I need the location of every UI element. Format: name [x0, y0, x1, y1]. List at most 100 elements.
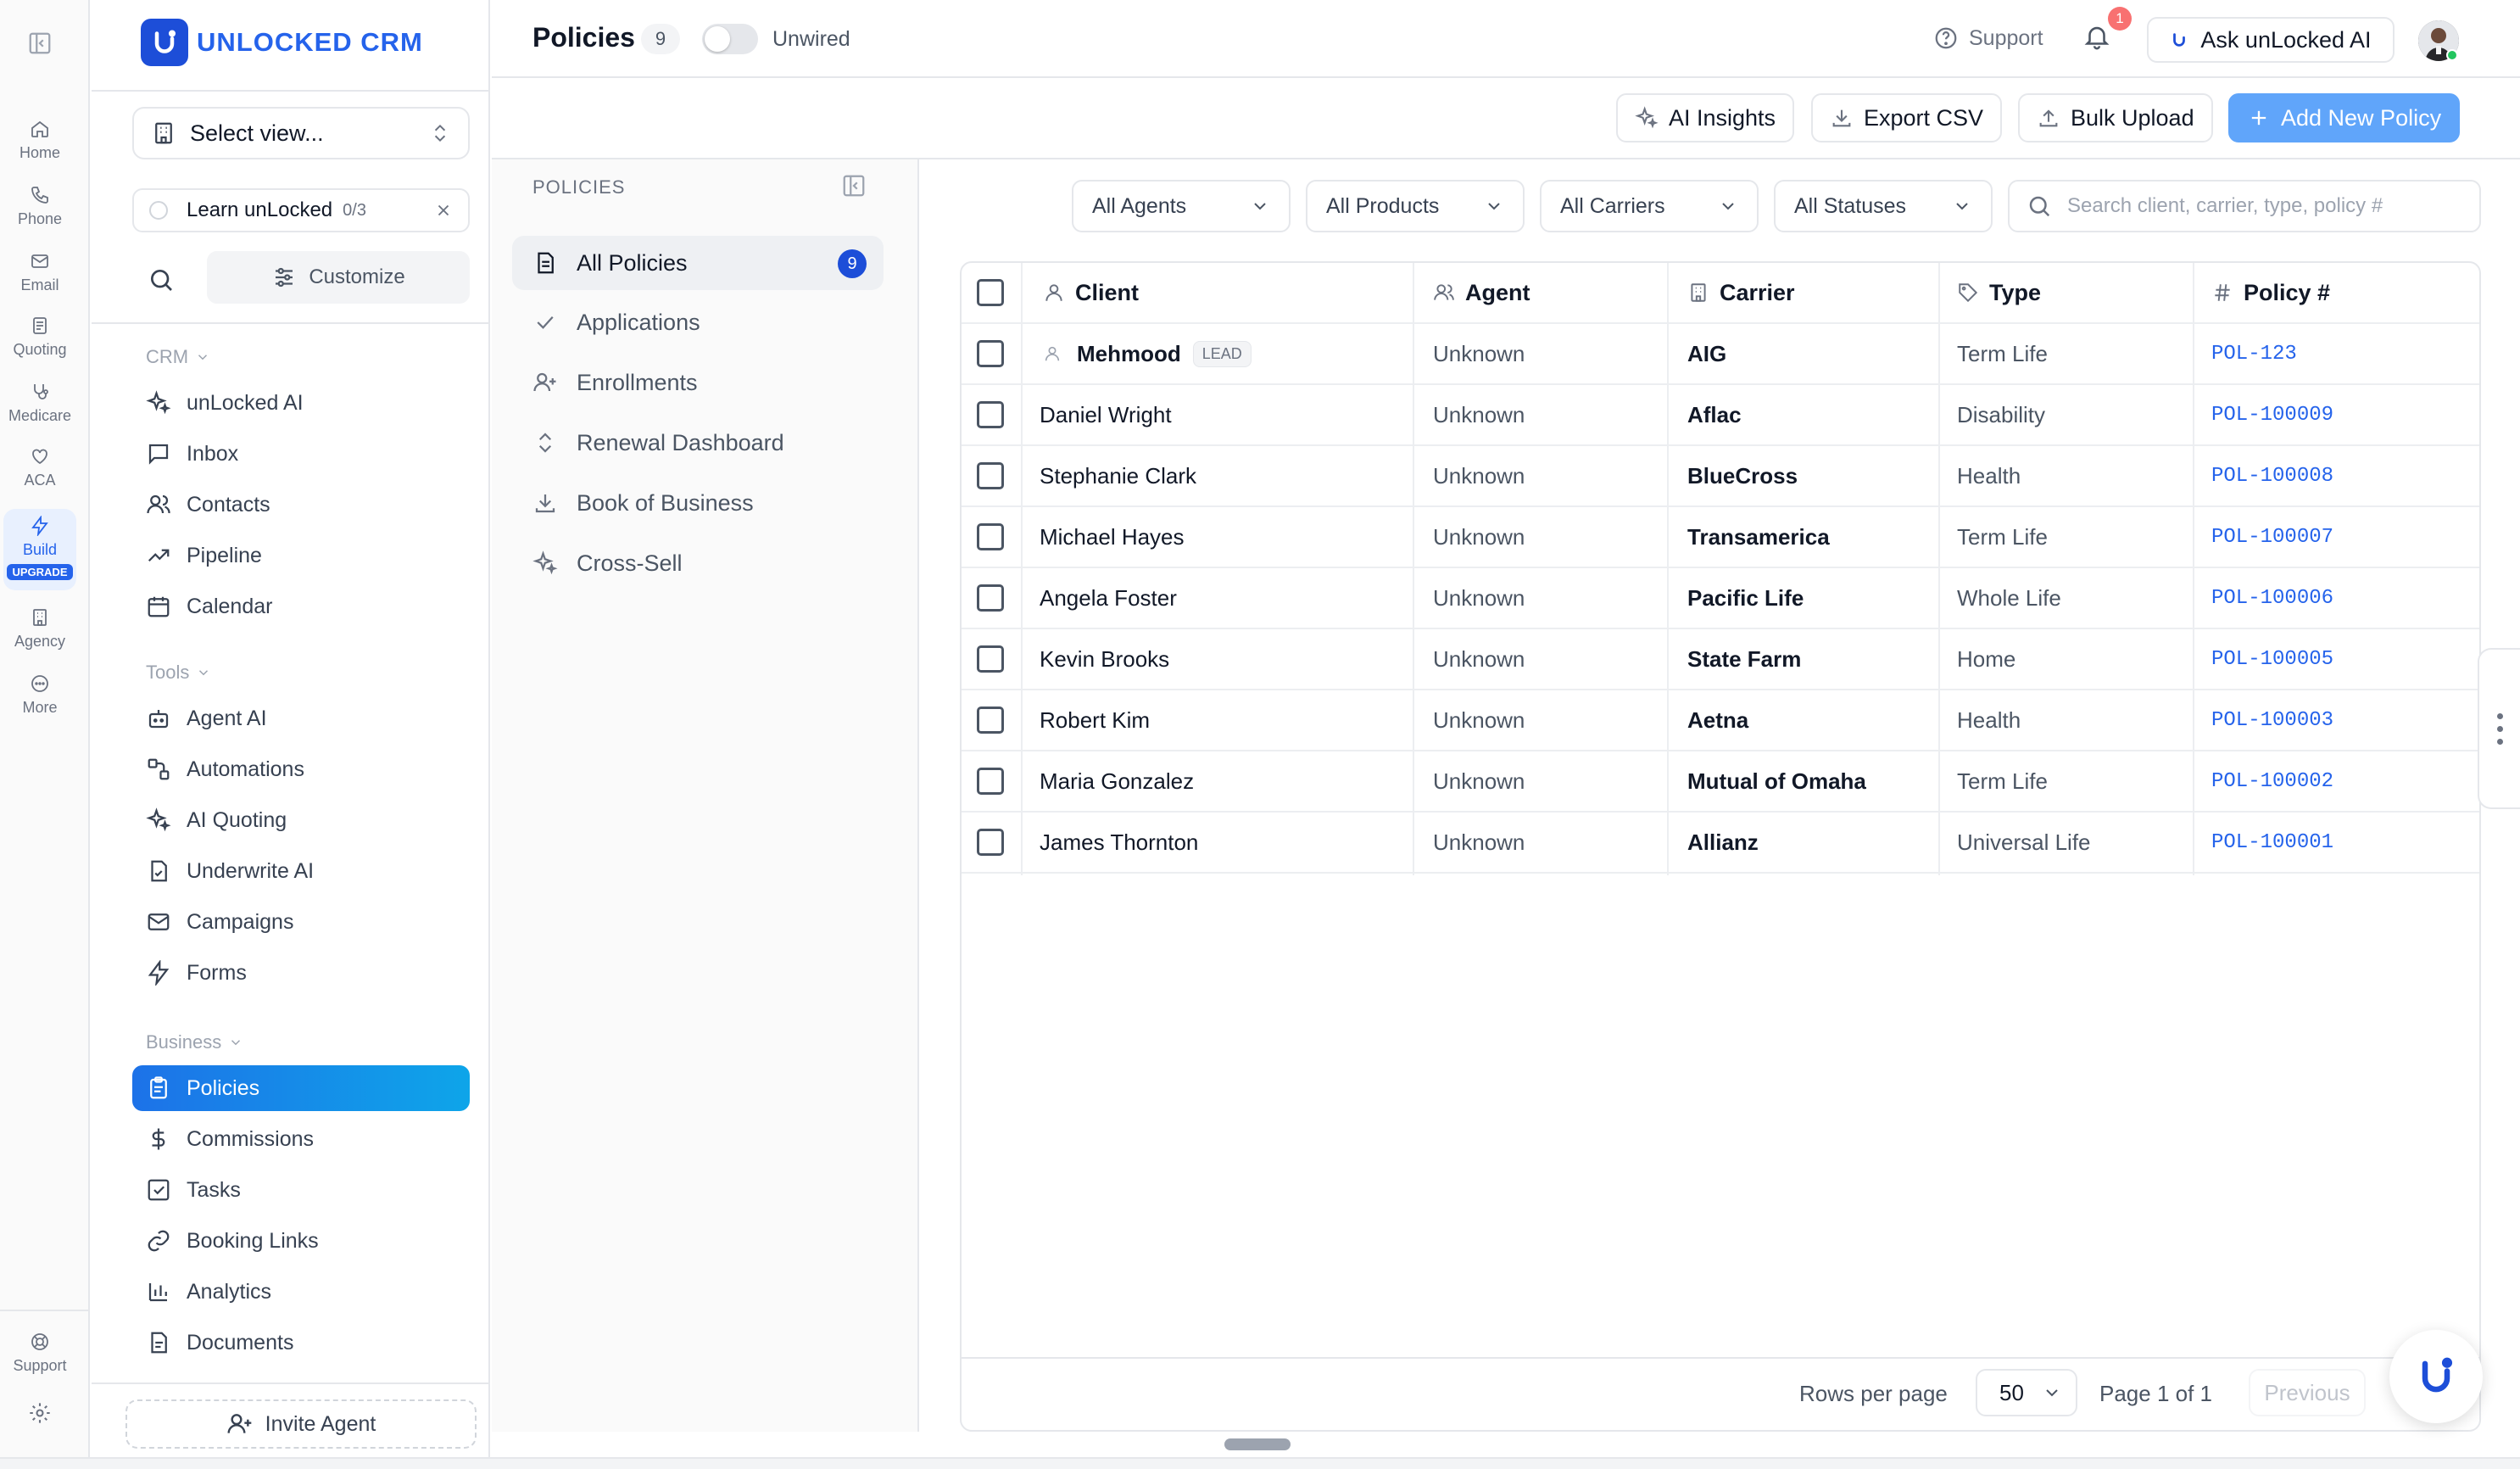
status-filter-select[interactable]: All Statuses — [1774, 180, 1993, 232]
table-row[interactable]: Michael Hayes Unknown Transamerica Term … — [962, 507, 2479, 568]
row-checkbox[interactable] — [977, 768, 1004, 795]
row-checkbox[interactable] — [977, 829, 1004, 856]
close-icon[interactable] — [434, 201, 453, 220]
sidebar-item-tasks[interactable]: Tasks — [132, 1167, 470, 1213]
sidebar-item-automations[interactable]: Automations — [132, 746, 470, 792]
client-name[interactable]: Maria Gonzalez — [1040, 751, 1194, 811]
row-checkbox[interactable] — [977, 584, 1004, 612]
section-tools[interactable]: Tools — [146, 662, 211, 684]
invite-agent-button[interactable]: Invite Agent — [125, 1399, 477, 1449]
column-header-client[interactable]: Client — [1043, 263, 1139, 322]
subnav-all-policies[interactable]: All Policies 9 — [512, 236, 884, 290]
sidebar-item-underwrite-ai[interactable]: Underwrite AI — [132, 848, 470, 894]
rail-home[interactable]: Home — [0, 119, 80, 162]
sidebar-item-contacts[interactable]: Contacts — [132, 482, 470, 528]
settings-icon[interactable] — [28, 1401, 52, 1425]
client-name[interactable]: Robert Kim — [1040, 690, 1150, 750]
sidebar-item-unlocked-ai[interactable]: unLocked AI — [132, 380, 470, 426]
subnav-renewal-dashboard[interactable]: Renewal Dashboard — [512, 416, 884, 470]
client-name[interactable]: Stephanie Clark — [1040, 446, 1196, 505]
policy-number-link[interactable]: POL-100002 — [2211, 751, 2333, 811]
ai-insights-button[interactable]: AI Insights — [1616, 93, 1795, 142]
checkbox[interactable] — [977, 279, 1004, 306]
client-name[interactable]: Kevin Brooks — [1040, 629, 1169, 689]
sidebar-item-forms[interactable]: Forms — [132, 950, 470, 996]
learn-progress[interactable]: Learn unLocked 0/3 — [132, 188, 470, 232]
row-checkbox[interactable] — [977, 462, 1004, 489]
table-row[interactable]: Mehmood LEAD Unknown AIG Term Life POL-1… — [962, 324, 2479, 385]
sidebar-item-pipeline[interactable]: Pipeline — [132, 533, 470, 578]
collapse-sidebar-icon[interactable] — [27, 31, 53, 56]
column-header-policy[interactable]: Policy # — [2211, 263, 2330, 322]
row-checkbox[interactable] — [977, 707, 1004, 734]
table-row[interactable]: Maria Gonzalez Unknown Mutual of Omaha T… — [962, 751, 2479, 813]
section-business[interactable]: Business — [146, 1031, 243, 1053]
sidebar-item-ai-quoting[interactable]: AI Quoting — [132, 797, 470, 843]
client-cell[interactable]: Mehmood LEAD — [1043, 324, 1252, 383]
agent-filter-select[interactable]: All Agents — [1072, 180, 1291, 232]
column-header-carrier[interactable]: Carrier — [1687, 263, 1795, 322]
client-name[interactable]: James Thornton — [1040, 813, 1198, 872]
table-row[interactable]: James Thornton Unknown Allianz Universal… — [962, 813, 2479, 874]
policy-search-input[interactable]: Search client, carrier, type, policy # — [2008, 180, 2481, 232]
select-all-checkbox[interactable] — [977, 263, 1004, 322]
client-name[interactable]: Michael Hayes — [1040, 507, 1185, 567]
side-panel-handle[interactable] — [2478, 648, 2520, 809]
policy-number-link[interactable]: POL-100008 — [2211, 446, 2333, 505]
client-name[interactable]: Daniel Wright — [1040, 385, 1172, 444]
row-checkbox[interactable] — [977, 645, 1004, 673]
sidebar-item-inbox[interactable]: Inbox — [132, 431, 470, 477]
policy-number-link[interactable]: POL-100009 — [2211, 385, 2333, 444]
sidebar-item-campaigns[interactable]: Campaigns — [132, 899, 470, 945]
subnav-applications[interactable]: Applications — [512, 295, 884, 349]
sidebar-item-analytics[interactable]: Analytics — [132, 1269, 470, 1315]
sidebar-item-documents[interactable]: Documents — [132, 1320, 470, 1366]
rail-aca[interactable]: ACA — [0, 446, 80, 489]
rail-medicare[interactable]: Medicare — [0, 382, 80, 425]
rows-per-page-select[interactable]: 50 — [1976, 1369, 2077, 1416]
rail-email[interactable]: Email — [0, 251, 80, 294]
resize-handle[interactable] — [1224, 1438, 1291, 1450]
previous-page-button[interactable]: Previous — [2249, 1369, 2366, 1416]
sidebar-item-policies[interactable]: Policies — [132, 1065, 470, 1111]
table-row[interactable]: Kevin Brooks Unknown State Farm Home POL… — [962, 629, 2479, 690]
customize-button[interactable]: Customize — [207, 251, 470, 304]
brand-logo[interactable]: UNLOCKED CRM — [141, 19, 423, 66]
sidebar-search-button[interactable] — [144, 263, 178, 297]
subnav-cross-sell[interactable]: Cross-Sell — [512, 536, 884, 590]
policy-number-link[interactable]: POL-100007 — [2211, 507, 2333, 567]
policy-number-link[interactable]: POL-100005 — [2211, 629, 2333, 689]
bulk-upload-button[interactable]: Bulk Upload — [2018, 93, 2213, 142]
rail-phone[interactable]: Phone — [0, 185, 80, 228]
policy-number-link[interactable]: POL-100001 — [2211, 813, 2333, 872]
table-row[interactable]: Stephanie Clark Unknown BlueCross Health… — [962, 446, 2479, 507]
rail-build[interactable]: Build UPGRADE — [3, 509, 76, 590]
support-link[interactable]: Support — [1933, 25, 2043, 51]
rail-agency[interactable]: Agency — [0, 607, 80, 651]
table-row[interactable]: Robert Kim Unknown Aetna Health POL-1000… — [962, 690, 2479, 751]
product-filter-select[interactable]: All Products — [1306, 180, 1525, 232]
carrier-filter-select[interactable]: All Carriers — [1540, 180, 1759, 232]
client-name[interactable]: Angela Foster — [1040, 568, 1177, 628]
policy-number-link[interactable]: POL-100006 — [2211, 568, 2333, 628]
rail-quoting[interactable]: Quoting — [0, 316, 80, 359]
ask-ai-button[interactable]: Ask unLocked AI — [2147, 17, 2395, 63]
sidebar-item-agent-ai[interactable]: Agent AI — [132, 695, 470, 741]
sidebar-item-commissions[interactable]: Commissions — [132, 1116, 470, 1162]
view-select[interactable]: Select view... — [132, 107, 470, 159]
subnav-book-of-business[interactable]: Book of Business — [512, 476, 884, 530]
table-row[interactable]: Daniel Wright Unknown Aflac Disability P… — [962, 385, 2479, 446]
unwired-toggle[interactable] — [702, 24, 758, 54]
section-crm[interactable]: CRM — [146, 346, 210, 368]
sidebar-item-calendar[interactable]: Calendar — [132, 584, 470, 629]
collapse-panel-icon[interactable] — [841, 173, 868, 200]
row-checkbox[interactable] — [977, 340, 1004, 367]
rail-more[interactable]: More — [0, 673, 80, 717]
subnav-enrollments[interactable]: Enrollments — [512, 355, 884, 410]
policy-number-link[interactable]: POL-123 — [2211, 324, 2297, 383]
add-new-policy-button[interactable]: Add New Policy — [2228, 93, 2461, 142]
table-row[interactable]: Angela Foster Unknown Pacific Life Whole… — [962, 568, 2479, 629]
column-header-agent[interactable]: Agent — [1433, 263, 1530, 322]
assistant-fab-button[interactable] — [2389, 1330, 2483, 1423]
row-checkbox[interactable] — [977, 523, 1004, 550]
